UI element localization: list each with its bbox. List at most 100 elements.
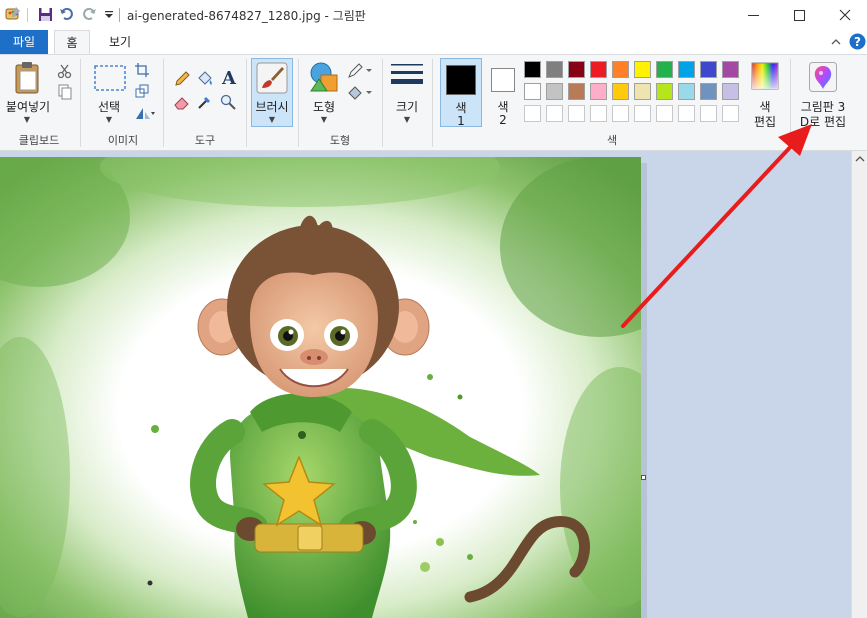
- group-separator: [790, 59, 791, 147]
- ribbon: 붙여넣기 ▼ 클립보드 선택 ▼ 이미지 A 도구 브러시 ▼ 도형 ▼ 도형 …: [0, 54, 867, 151]
- fill-icon[interactable]: [347, 85, 373, 101]
- palette-swatch[interactable]: [546, 83, 563, 100]
- brushes-button[interactable]: 브러시 ▼: [251, 58, 293, 127]
- color-1-button[interactable]: 색 1: [440, 58, 482, 128]
- palette-swatch[interactable]: [546, 61, 563, 78]
- minimize-icon: [747, 14, 759, 16]
- save-icon[interactable]: [36, 5, 54, 23]
- palette-swatch[interactable]: [612, 83, 629, 100]
- outline-icon[interactable]: [347, 63, 373, 79]
- custom-color-slot[interactable]: [656, 105, 673, 122]
- custom-color-slot[interactable]: [634, 105, 651, 122]
- vertical-scrollbar[interactable]: [851, 151, 867, 618]
- palette-swatch[interactable]: [722, 61, 739, 78]
- collapse-ribbon-icon[interactable]: [828, 34, 844, 50]
- custom-color-slot[interactable]: [568, 105, 585, 122]
- color-picker-icon[interactable]: [196, 93, 214, 111]
- custom-color-slot[interactable]: [524, 105, 541, 122]
- palette-swatch[interactable]: [568, 83, 585, 100]
- palette-swatch[interactable]: [590, 61, 607, 78]
- palette-swatch[interactable]: [524, 61, 541, 78]
- quick-access-dropdown-icon[interactable]: [100, 5, 118, 23]
- palette-swatch[interactable]: [656, 61, 673, 78]
- clipboard-group-label: 클립보드: [18, 134, 60, 147]
- palette-swatch[interactable]: [678, 83, 695, 100]
- palette-swatch[interactable]: [700, 83, 717, 100]
- close-icon: [839, 9, 851, 21]
- drawing-canvas[interactable]: [0, 157, 641, 618]
- group-separator: [163, 59, 164, 147]
- copy-icon[interactable]: [56, 83, 74, 101]
- shapes-icon[interactable]: [307, 61, 341, 95]
- shapes-dropdown-icon[interactable]: ▼: [317, 115, 331, 124]
- palette-swatch[interactable]: [590, 83, 607, 100]
- brushes-label: 브러시: [255, 100, 289, 114]
- palette-swatch[interactable]: [568, 61, 585, 78]
- paste-icon[interactable]: [12, 61, 44, 95]
- shapes-button-label[interactable]: 도형: [302, 98, 346, 115]
- size-dropdown-icon[interactable]: ▼: [400, 115, 414, 124]
- svg-text:?: ?: [854, 35, 861, 49]
- help-icon[interactable]: ?: [849, 33, 866, 50]
- group-separator: [298, 59, 299, 147]
- tab-home[interactable]: 홈: [54, 30, 90, 54]
- undo-icon[interactable]: [58, 5, 76, 23]
- rotate-icon[interactable]: [134, 105, 156, 121]
- color-1-swatch: [446, 65, 476, 95]
- ribbon-tab-row: 파일 홈 보기 ?: [0, 30, 867, 54]
- close-button[interactable]: [822, 0, 867, 30]
- palette-swatch[interactable]: [700, 61, 717, 78]
- paint-3d-label-line2: D로 편집: [799, 115, 847, 129]
- color-palette: [524, 61, 746, 127]
- tools-group-label: 도구: [194, 134, 216, 147]
- pencil-icon[interactable]: [173, 70, 191, 88]
- paint-3d-icon: [809, 62, 837, 92]
- palette-swatch[interactable]: [634, 61, 651, 78]
- color-2-button[interactable]: 색 2: [486, 58, 520, 127]
- palette-swatch[interactable]: [722, 83, 739, 100]
- tab-file[interactable]: 파일: [0, 30, 48, 54]
- brushes-dropdown-icon: ▼: [268, 115, 276, 124]
- palette-swatch[interactable]: [612, 61, 629, 78]
- custom-color-slot[interactable]: [722, 105, 739, 122]
- tab-view[interactable]: 보기: [100, 30, 140, 54]
- edit-colors-label-line2: 편집: [753, 115, 777, 129]
- paint-app-icon[interactable]: [4, 5, 22, 23]
- paste-button-label[interactable]: 붙여넣기: [2, 98, 54, 115]
- size-button-label[interactable]: 크기: [384, 98, 430, 115]
- minimize-button[interactable]: [730, 0, 776, 30]
- custom-color-slot[interactable]: [590, 105, 607, 122]
- group-separator: [80, 59, 81, 147]
- resize-icon[interactable]: [134, 83, 150, 99]
- edit-with-paint-3d-button[interactable]: 그림판 3 D로 편집: [794, 58, 852, 134]
- fill-bucket-icon[interactable]: [196, 70, 214, 88]
- palette-swatch[interactable]: [678, 61, 695, 78]
- canvas-resize-handle[interactable]: [641, 475, 646, 480]
- title-bar: ai-generated-8674827_1280.jpg - 그림판: [0, 0, 867, 30]
- custom-color-slot[interactable]: [700, 105, 717, 122]
- custom-color-slot[interactable]: [546, 105, 563, 122]
- maximize-button[interactable]: [776, 0, 822, 30]
- shapes-group-label: 도형: [329, 134, 351, 147]
- edit-colors-button[interactable]: 색 편집: [748, 58, 782, 130]
- cut-icon[interactable]: [56, 62, 74, 80]
- select-icon[interactable]: [94, 65, 126, 91]
- title-separator: [27, 8, 28, 22]
- palette-swatch[interactable]: [524, 83, 541, 100]
- eraser-icon[interactable]: [173, 93, 191, 111]
- scroll-up-icon[interactable]: [855, 153, 865, 165]
- text-tool-icon[interactable]: A: [219, 68, 239, 89]
- magnifier-icon[interactable]: [219, 93, 237, 111]
- size-icon[interactable]: [390, 61, 424, 91]
- custom-color-slot[interactable]: [678, 105, 695, 122]
- palette-swatch[interactable]: [656, 83, 673, 100]
- paste-dropdown-icon[interactable]: ▼: [20, 115, 34, 124]
- group-separator: [246, 59, 247, 147]
- redo-icon[interactable]: [80, 5, 98, 23]
- select-dropdown-icon[interactable]: ▼: [102, 115, 116, 124]
- custom-color-slot[interactable]: [612, 105, 629, 122]
- palette-swatch[interactable]: [634, 83, 651, 100]
- select-button-label[interactable]: 선택: [86, 98, 132, 115]
- crop-icon[interactable]: [134, 62, 150, 78]
- colors-group-label: 색: [606, 134, 618, 147]
